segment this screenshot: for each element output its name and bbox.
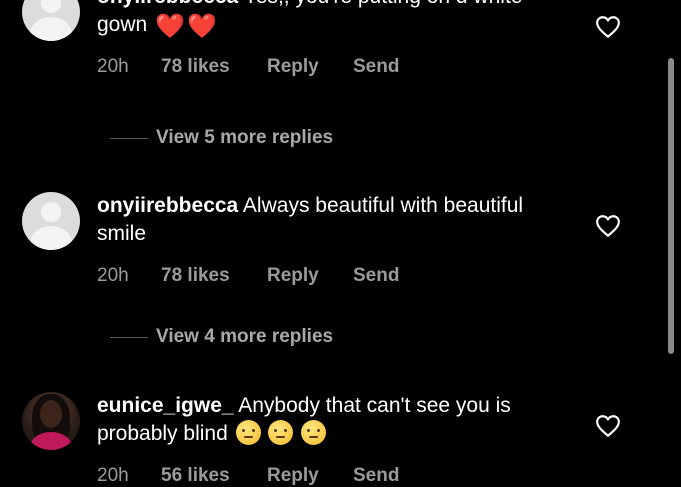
scrollbar[interactable]: [668, 58, 674, 354]
send-button[interactable]: Send: [353, 56, 399, 78]
comment-username[interactable]: onyiirebbecca: [97, 194, 238, 217]
divider-line: [110, 137, 148, 139]
face-without-mouth-emoji: [268, 420, 294, 445]
view-more-label: View 4 more replies: [156, 326, 334, 347]
reply-button[interactable]: Reply: [267, 265, 353, 287]
comment-time: 20h: [97, 56, 129, 77]
user-avatar[interactable]: [22, 392, 80, 450]
send-button[interactable]: Send: [353, 465, 399, 487]
comment-time: 20h: [97, 465, 129, 486]
default-avatar-icon[interactable]: [22, 192, 80, 250]
comment-username[interactable]: eunice_igwe_: [97, 394, 234, 417]
comment-text: eunice_igwe_ Anybody that can't see you …: [97, 392, 567, 448]
comment-likes[interactable]: 56 likes: [161, 465, 267, 487]
red-heart-emoji: ❤️: [186, 13, 217, 40]
face-without-mouth-emoji: [301, 420, 327, 445]
comment-text: onyiirebbecca Yes,, you're putting on d …: [97, 0, 567, 39]
view-more-label: View 5 more replies: [156, 127, 334, 148]
heart-outline-icon[interactable]: [595, 414, 621, 438]
divider-line: [110, 336, 148, 338]
reply-button[interactable]: Reply: [267, 465, 353, 487]
comment-body: eunice_igwe_ Anybody that can't see you …: [97, 392, 567, 487]
comment-likes[interactable]: 78 likes: [161, 265, 267, 287]
red-heart-emoji: ❤️: [155, 13, 185, 40]
heart-outline-icon[interactable]: [595, 15, 621, 39]
heart-outline-icon[interactable]: [595, 214, 621, 238]
comment-username[interactable]: onyiirebbecca: [97, 0, 238, 8]
default-avatar-icon[interactable]: [22, 0, 80, 41]
comment-body: onyiirebbecca Yes,, you're putting on d …: [97, 0, 567, 78]
comment-meta: 20h 78 likes Reply Send: [97, 56, 567, 78]
comment-text: onyiirebbecca Always beautiful with beau…: [97, 192, 567, 248]
comment-body: onyiirebbecca Always beautiful with beau…: [97, 192, 567, 287]
comment-likes[interactable]: 78 likes: [161, 56, 267, 78]
view-more-replies-button[interactable]: View 4 more replies: [110, 326, 333, 348]
reply-button[interactable]: Reply: [267, 56, 353, 78]
send-button[interactable]: Send: [353, 265, 399, 287]
comment-time: 20h: [97, 265, 129, 286]
face-without-mouth-emoji: [235, 420, 261, 445]
view-more-replies-button[interactable]: View 5 more replies: [110, 127, 333, 149]
comment-meta: 20h 78 likes Reply Send: [97, 265, 567, 287]
comment-meta: 20h 56 likes Reply Send: [97, 465, 567, 487]
